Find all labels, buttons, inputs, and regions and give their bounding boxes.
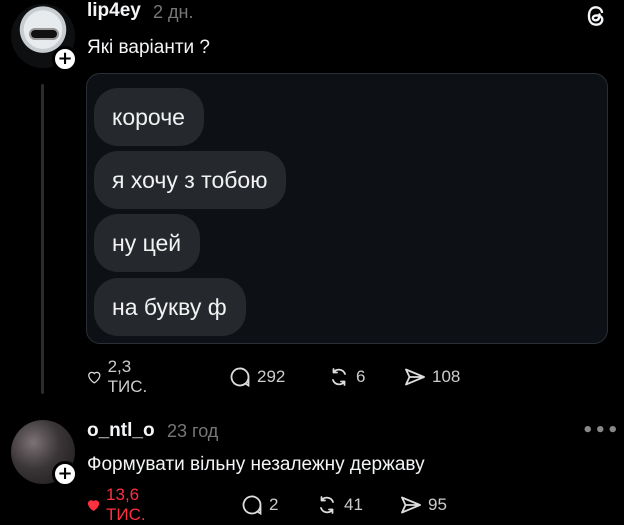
threads-icon[interactable] (583, 3, 609, 29)
chat-bubble: ну цей (94, 214, 201, 272)
share-button[interactable]: 108 (403, 362, 460, 392)
share-button[interactable]: 95 (399, 490, 447, 520)
send-icon (401, 496, 421, 514)
comment-icon (242, 495, 262, 516)
avatar-helmet-visor (29, 28, 59, 40)
send-icon (405, 368, 425, 386)
chat-bubble: на букву ф (94, 278, 246, 336)
repost-button[interactable]: 41 (315, 490, 363, 520)
post-o_ntl_o: + o_ntl_o 23 год ••• Формувати вільну не… (0, 400, 624, 525)
comment-icon (230, 367, 250, 388)
like-count: 2,3 ТИС. (107, 357, 148, 396)
chat-bubble: я хочу з тобою (94, 151, 287, 209)
comment-button[interactable]: 2 (240, 490, 278, 520)
post-text: Які варіанти ? (87, 37, 210, 58)
timestamp: 2 дн. (153, 2, 194, 22)
share-count: 108 (432, 367, 461, 386)
like-count: 13,6 ТИС. (106, 485, 146, 524)
repost-button[interactable]: 6 (327, 362, 365, 392)
comment-count: 2 (269, 495, 279, 514)
username[interactable]: lip4ey (87, 0, 141, 22)
follow-button[interactable]: + (52, 461, 78, 487)
heart-icon (87, 500, 100, 511)
like-button[interactable]: 2,3 ТИС. (86, 357, 155, 396)
repost-count: 41 (344, 495, 363, 514)
repost-icon (332, 368, 346, 386)
more-options-icon[interactable]: ••• (582, 420, 620, 441)
comment-count: 292 (257, 367, 286, 386)
repost-icon (320, 496, 334, 514)
like-button[interactable]: 13,6 ТИС. (86, 485, 155, 524)
repost-count: 6 (356, 367, 366, 386)
timestamp: 23 год (167, 421, 219, 441)
thread-line (41, 84, 44, 394)
comment-button[interactable]: 292 (228, 362, 285, 392)
attached-chat-screenshot[interactable]: короче я хочу з тобою ну цей на букву ф (86, 73, 608, 344)
heart-icon (88, 371, 101, 384)
post-text: Формувати вільну незалежну державу (87, 454, 425, 475)
follow-button[interactable]: + (52, 46, 78, 72)
chat-bubble: короче (94, 88, 204, 146)
share-count: 95 (428, 495, 447, 514)
post-lip4ey: + lip4ey 2 дн. Які варіанти ? короче я х… (0, 0, 624, 400)
username[interactable]: o_ntl_o (87, 420, 155, 442)
